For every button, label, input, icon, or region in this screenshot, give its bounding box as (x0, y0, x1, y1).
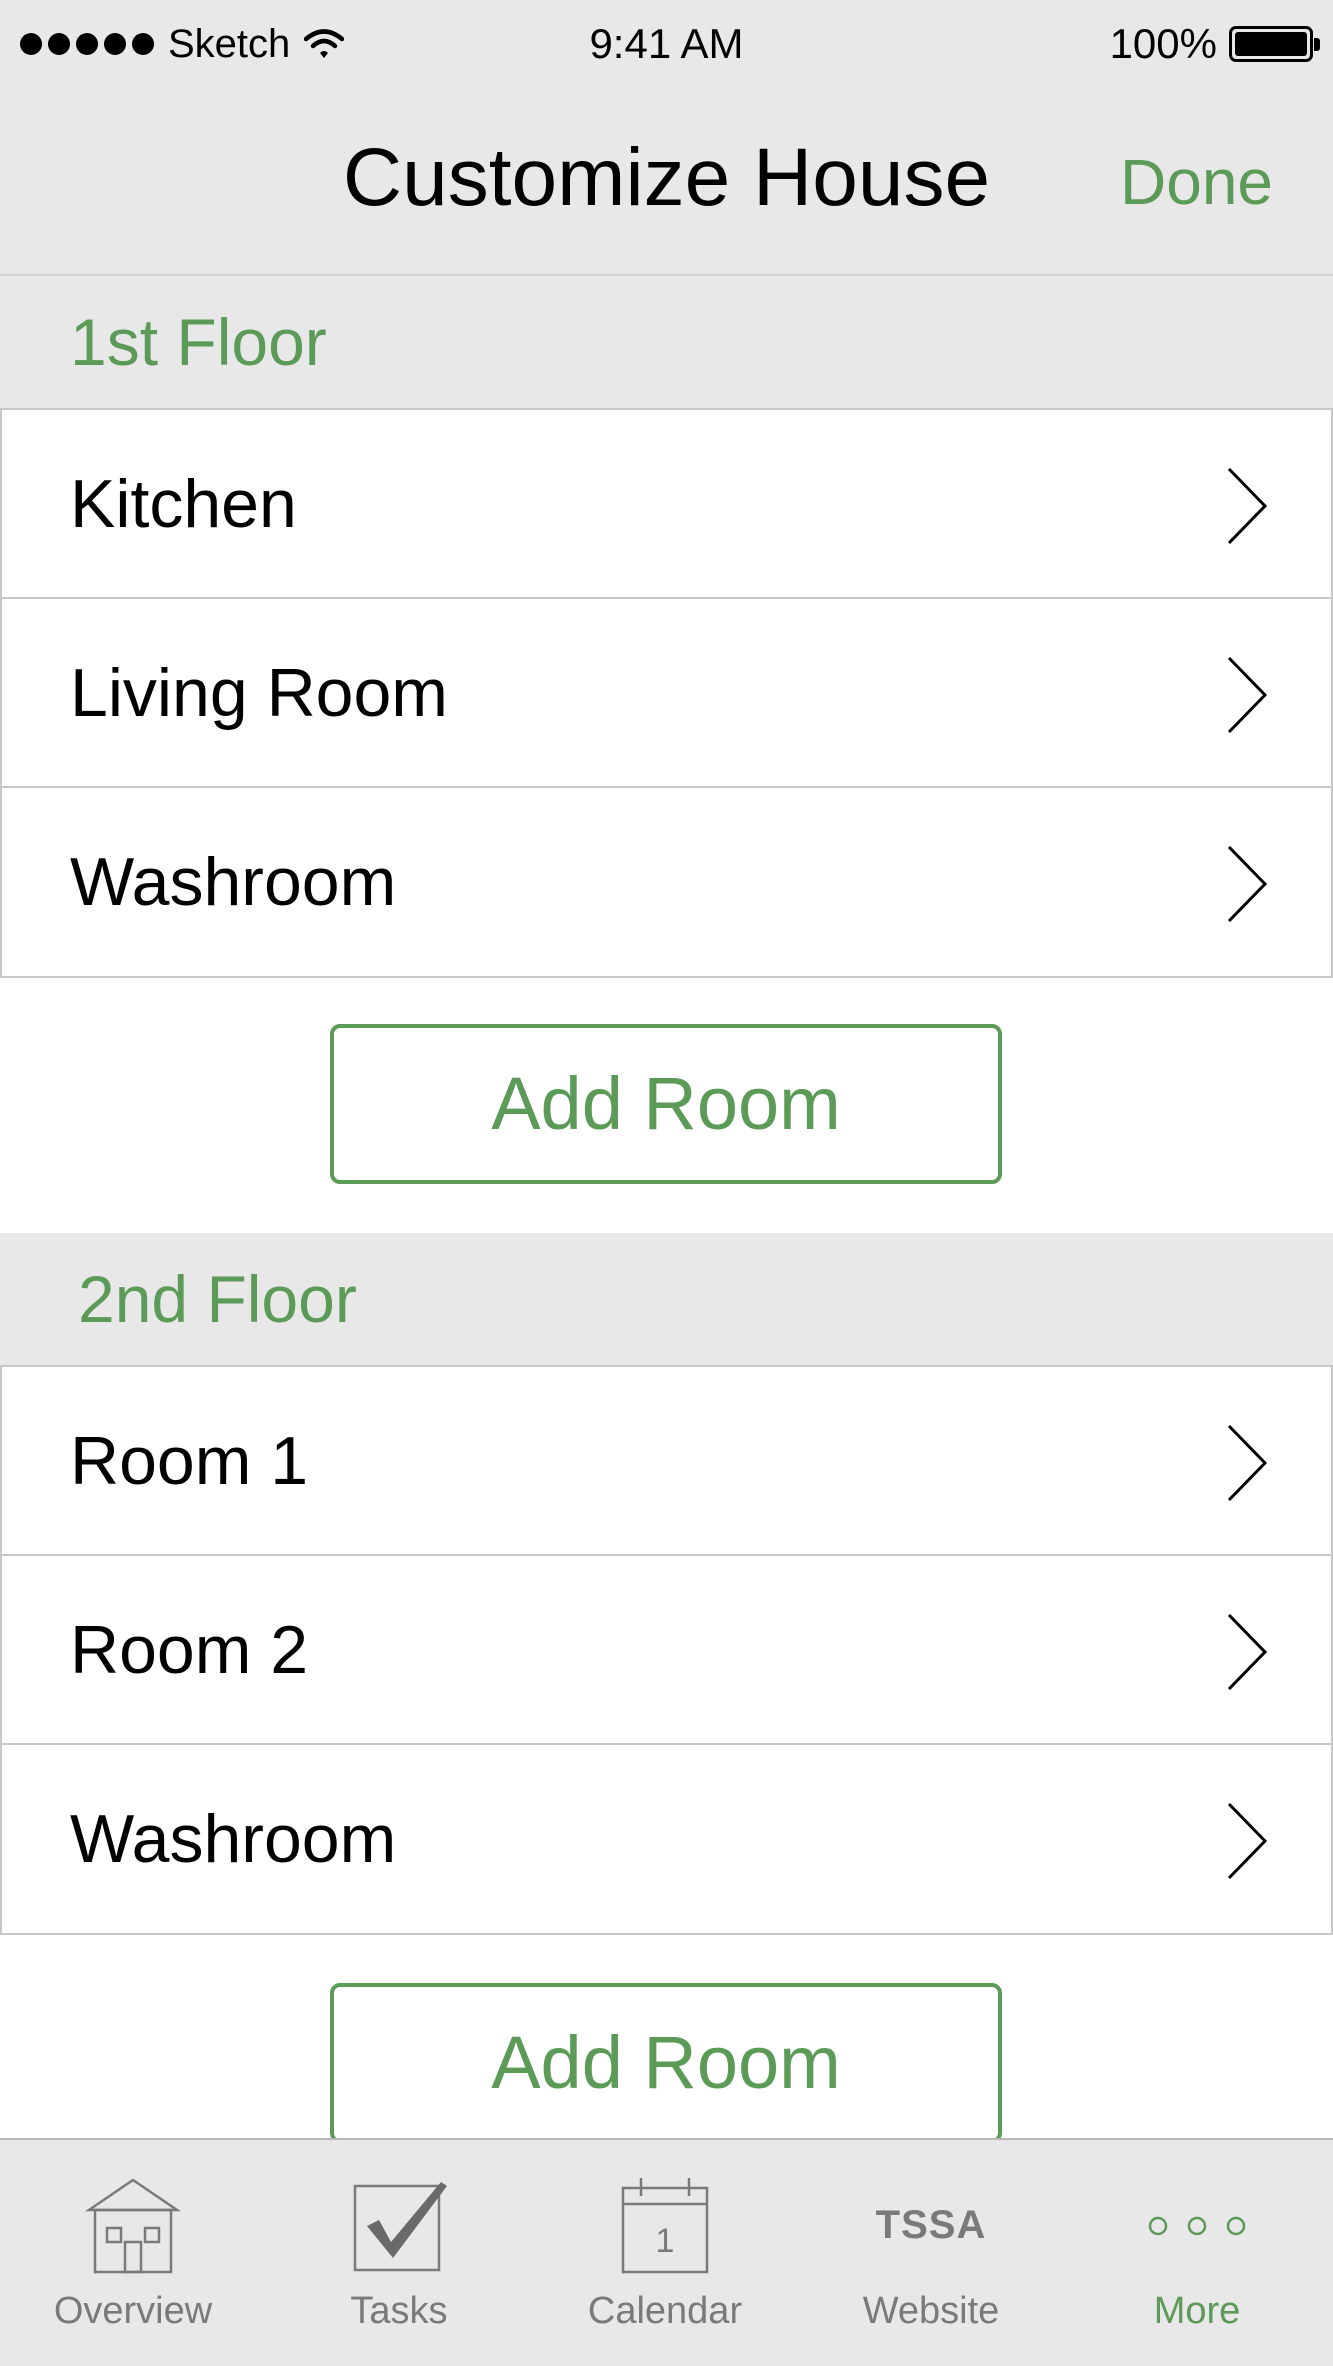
section-title: 1st Floor (70, 305, 327, 379)
add-room-button[interactable]: Add Room (330, 1983, 1002, 2143)
section-header-2nd-floor: 2nd Floor (0, 1233, 1333, 1365)
more-dots-icon (1064, 2176, 1330, 2276)
tab-label: Overview (53, 2290, 213, 2332)
navigation-bar: Customize House Done (0, 88, 1333, 276)
svg-text:1: 1 (656, 2222, 675, 2260)
chevron-right-icon (1227, 467, 1268, 545)
calendar-icon: 1 (532, 2176, 798, 2276)
section-header-1st-floor: 1st Floor (0, 276, 1333, 408)
tab-label: More (1153, 2290, 1241, 2332)
tab-label: Website (862, 2290, 1000, 2332)
battery-percent: 100% (1109, 20, 1217, 67)
section-title: 2nd Floor (78, 1262, 357, 1336)
room-name: Kitchen (70, 466, 297, 542)
chevron-right-icon (1227, 845, 1268, 923)
tab-label: Calendar (587, 2290, 743, 2332)
battery-icon (1229, 26, 1320, 62)
add-room-button[interactable]: Add Room (330, 1024, 1002, 1184)
chevron-right-icon (1227, 656, 1268, 734)
checkbox-icon (266, 2176, 532, 2276)
room-name: Washroom (70, 844, 397, 920)
tab-calendar[interactable]: 1 Calendar (532, 2140, 798, 2366)
list-item[interactable]: Washroom (0, 786, 1333, 978)
room-name: Room 1 (70, 1423, 309, 1499)
list-item[interactable]: Washroom (0, 1743, 1333, 1935)
room-name: Washroom (70, 1801, 397, 1877)
tab-bar: Overview Tasks 1 Calendar TSSA Website M… (0, 2138, 1333, 2366)
tssa-logo-icon: TSSA (798, 2176, 1064, 2276)
chevron-right-icon (1227, 1802, 1268, 1880)
room-name: Living Room (70, 655, 448, 731)
done-button[interactable]: Done (1120, 142, 1273, 222)
chevron-right-icon (1227, 1613, 1268, 1691)
list-item[interactable]: Room 2 (0, 1554, 1333, 1744)
tab-overview[interactable]: Overview (0, 2140, 266, 2366)
svg-text:TSSA: TSSA (876, 2203, 987, 2247)
house-icon (0, 2176, 266, 2276)
tab-more[interactable]: More (1064, 2140, 1333, 2366)
tab-website[interactable]: TSSA Website (798, 2140, 1064, 2366)
room-name: Room 2 (70, 1612, 309, 1688)
status-bar: Sketch 9:41 AM 100% (0, 0, 1333, 88)
chevron-right-icon (1227, 1424, 1268, 1502)
list-item[interactable]: Room 1 (0, 1365, 1333, 1555)
tab-label: Tasks (350, 2290, 448, 2332)
list-item[interactable]: Kitchen (0, 408, 1333, 598)
tab-tasks[interactable]: Tasks (266, 2140, 532, 2366)
list-item[interactable]: Living Room (0, 597, 1333, 787)
status-right: 100% (1109, 18, 1320, 70)
